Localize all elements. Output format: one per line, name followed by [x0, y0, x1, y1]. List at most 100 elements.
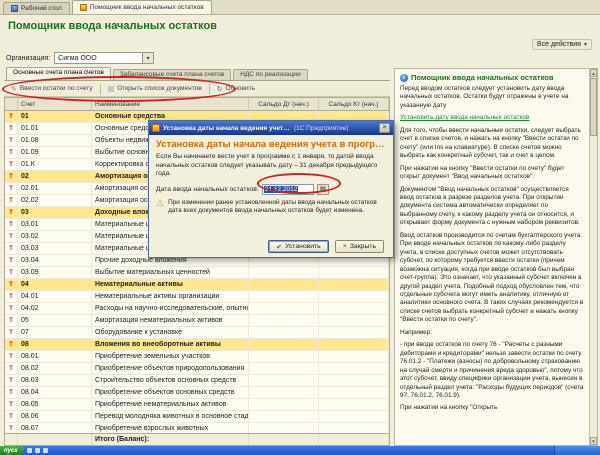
view-tab[interactable]: Основные счета плана счетов	[6, 67, 111, 80]
close-button-label: Закрыть	[349, 243, 376, 250]
quick-launch-icon[interactable]	[35, 448, 41, 453]
column-header[interactable]: Сальдо Кт (нач.)	[319, 98, 389, 110]
account-icon: Т	[5, 243, 18, 254]
toolbar-button-label: Обновить	[225, 85, 255, 92]
close-button[interactable]: × Закрыть	[334, 240, 384, 253]
cell-account: 08	[18, 339, 92, 350]
set-button[interactable]: ✔ Установить	[268, 240, 329, 253]
cell-account: 03.01	[18, 219, 92, 230]
table-row[interactable]: Т 08.01 Приобретение земельных участков	[5, 351, 389, 363]
cell-account: 01.09	[18, 147, 92, 158]
cell-credit-balance	[319, 303, 389, 314]
column-header[interactable]: Счет	[18, 98, 92, 110]
cell-account: 03.04	[18, 255, 92, 266]
dialog-warning-row: ⚠ При изменении ранее установленной даты…	[156, 198, 386, 216]
toolbar: ✎ Ввести остатки по счету ▤ Открыть список …	[4, 81, 390, 97]
table-row[interactable]: Т 08.04 Приобретение объектов основных сре…	[5, 387, 389, 399]
organization-label: Организация:	[6, 54, 51, 62]
cell-account: 04.02	[18, 303, 92, 314]
organization-value: Сигма ООО	[58, 54, 97, 62]
organization-field[interactable]: Сигма ООО ▾	[54, 52, 155, 64]
table-row[interactable]: Т 03.09 Выбытие материальных ценностей	[5, 267, 389, 279]
table-row[interactable]: Т 07 Оборудование к установке	[5, 327, 389, 339]
table-row[interactable]: Т 05 Амортизация нематериальных активов	[5, 315, 389, 327]
total-debit-cell	[249, 434, 319, 445]
dialog-titlebar[interactable]: Установка даты начала ведения учета в пр…	[149, 121, 393, 135]
column-header[interactable]: Сальдо Дт (нач.)	[249, 98, 319, 110]
account-icon: Т	[5, 267, 18, 278]
cell-name: Расходы на научно-исследовательские, опы…	[92, 303, 249, 314]
table-row[interactable]: Т 08.05 Приобретение нематериальных активо…	[5, 399, 389, 411]
cell-account: 05	[18, 315, 92, 326]
cell-name: Нематериальные активы организации	[92, 291, 249, 302]
cell-debit-balance	[249, 363, 319, 374]
cell-account: 02.02	[18, 195, 92, 206]
cell-credit-balance	[319, 267, 389, 278]
table-row[interactable]: Т 08 Вложения во внеоборотные активы	[5, 339, 389, 351]
help-link[interactable]: Установить дату ввода начальных остатков	[400, 114, 584, 122]
enter-balance-icon: ✎	[11, 85, 17, 93]
quick-launch-icon[interactable]	[27, 448, 33, 453]
table-row[interactable]: Т 04.01 Нематериальные активы организации	[5, 291, 389, 303]
start-button[interactable]: пуск	[0, 446, 25, 455]
date-input[interactable]: 31.12.2012	[261, 183, 314, 195]
check-icon: ✔	[276, 243, 283, 251]
table-row[interactable]: Т 08.06 Перевод молодняка животных в основ…	[5, 411, 389, 423]
table-total-row: Итого (Баланс):	[5, 433, 389, 445]
scrollbar-thumb[interactable]	[590, 78, 597, 136]
account-icon: Т	[5, 399, 18, 410]
cell-debit-balance	[249, 291, 319, 302]
view-tab[interactable]: Забалансовые счета плана счетов	[112, 69, 232, 80]
cell-account: 01.К	[18, 159, 92, 170]
toolbar-button[interactable]: ↻ Обновить	[213, 83, 259, 95]
column-header[interactable]: Наименование	[92, 98, 249, 110]
cell-name: Приобретение земельных участков	[92, 351, 249, 362]
window-tab[interactable]: Помощник ввода начальных остатков	[71, 0, 212, 14]
toolbar-button[interactable]: ✎ Ввести остатки по счету	[7, 83, 97, 95]
help-paragraph: Документом "Ввод начальных остатков" осу…	[400, 185, 580, 227]
column-header-icon[interactable]	[5, 98, 18, 110]
table-row[interactable]: Т 08.03 Строительство объектов основных ср…	[5, 375, 389, 387]
table-row[interactable]: Т 08.02 Приобретение объектов природопольз…	[5, 363, 389, 375]
close-icon[interactable]: ×	[379, 123, 390, 133]
account-icon: Т	[5, 315, 18, 326]
set-date-dialog: Установка даты начала ведения учета в пр…	[148, 120, 394, 258]
help-scrollbar[interactable]: ▲ ▼	[589, 69, 597, 445]
table-row[interactable]: Т 04 Нематериальные активы	[5, 279, 389, 291]
scroll-up-icon[interactable]: ▲	[590, 69, 597, 77]
calendar-icon[interactable]: ▦	[316, 183, 329, 195]
dialog-warning-text: При изменении ранее установленной даты в…	[168, 198, 377, 215]
cell-credit-balance	[319, 327, 389, 338]
cell-credit-balance	[319, 279, 389, 290]
cell-name: Строительство объектов основных средств	[92, 375, 249, 386]
account-icon: Т	[5, 351, 18, 362]
window-tab-label: Помощник ввода начальных остатков	[89, 4, 204, 11]
window-tab[interactable]: Рабочий стол	[3, 2, 70, 14]
toolbar-button[interactable]: ▤ Открыть список документов	[104, 83, 206, 95]
table-row[interactable]: Т 04.02 Расходы на научно-исследовательски…	[5, 303, 389, 315]
cell-account: 01.08	[18, 135, 92, 146]
account-icon: Т	[5, 219, 18, 230]
cell-account: 03.03	[18, 243, 92, 254]
cell-account: 03.02	[18, 231, 92, 242]
window-tab-bar: Рабочий стол Помощник ввода начальных ост…	[0, 0, 600, 15]
cell-account: 08.07	[18, 423, 92, 433]
help-panel: i Помощник ввода начальных остатков Пере…	[394, 68, 598, 446]
cell-debit-balance	[249, 279, 319, 290]
dialog-buttons: ✔ Установить × Закрыть	[156, 238, 386, 253]
cell-name: Приобретение взрослых животных	[92, 423, 249, 433]
view-tab[interactable]: НДС по реализации	[233, 69, 308, 80]
quick-launch-icon[interactable]	[43, 448, 49, 453]
cell-account: 08.02	[18, 363, 92, 374]
assistant-tab-icon	[79, 4, 87, 11]
account-icon: Т	[5, 363, 18, 374]
chevron-down-icon: ▾	[583, 42, 587, 48]
all-actions-button[interactable]: Все действия ▾	[531, 39, 592, 50]
table-row[interactable]: Т 08.07 Приобретение взрослых животных	[5, 423, 389, 433]
app-window: Рабочий стол Помощник ввода начальных ост…	[0, 0, 600, 455]
dialog-heading: Установка даты начала ведения учета в пр…	[156, 139, 386, 150]
chevron-down-icon[interactable]: ▾	[142, 53, 154, 63]
scroll-down-icon[interactable]: ▼	[590, 437, 597, 445]
cell-account: 04	[18, 279, 92, 290]
cell-account: 08.03	[18, 375, 92, 386]
